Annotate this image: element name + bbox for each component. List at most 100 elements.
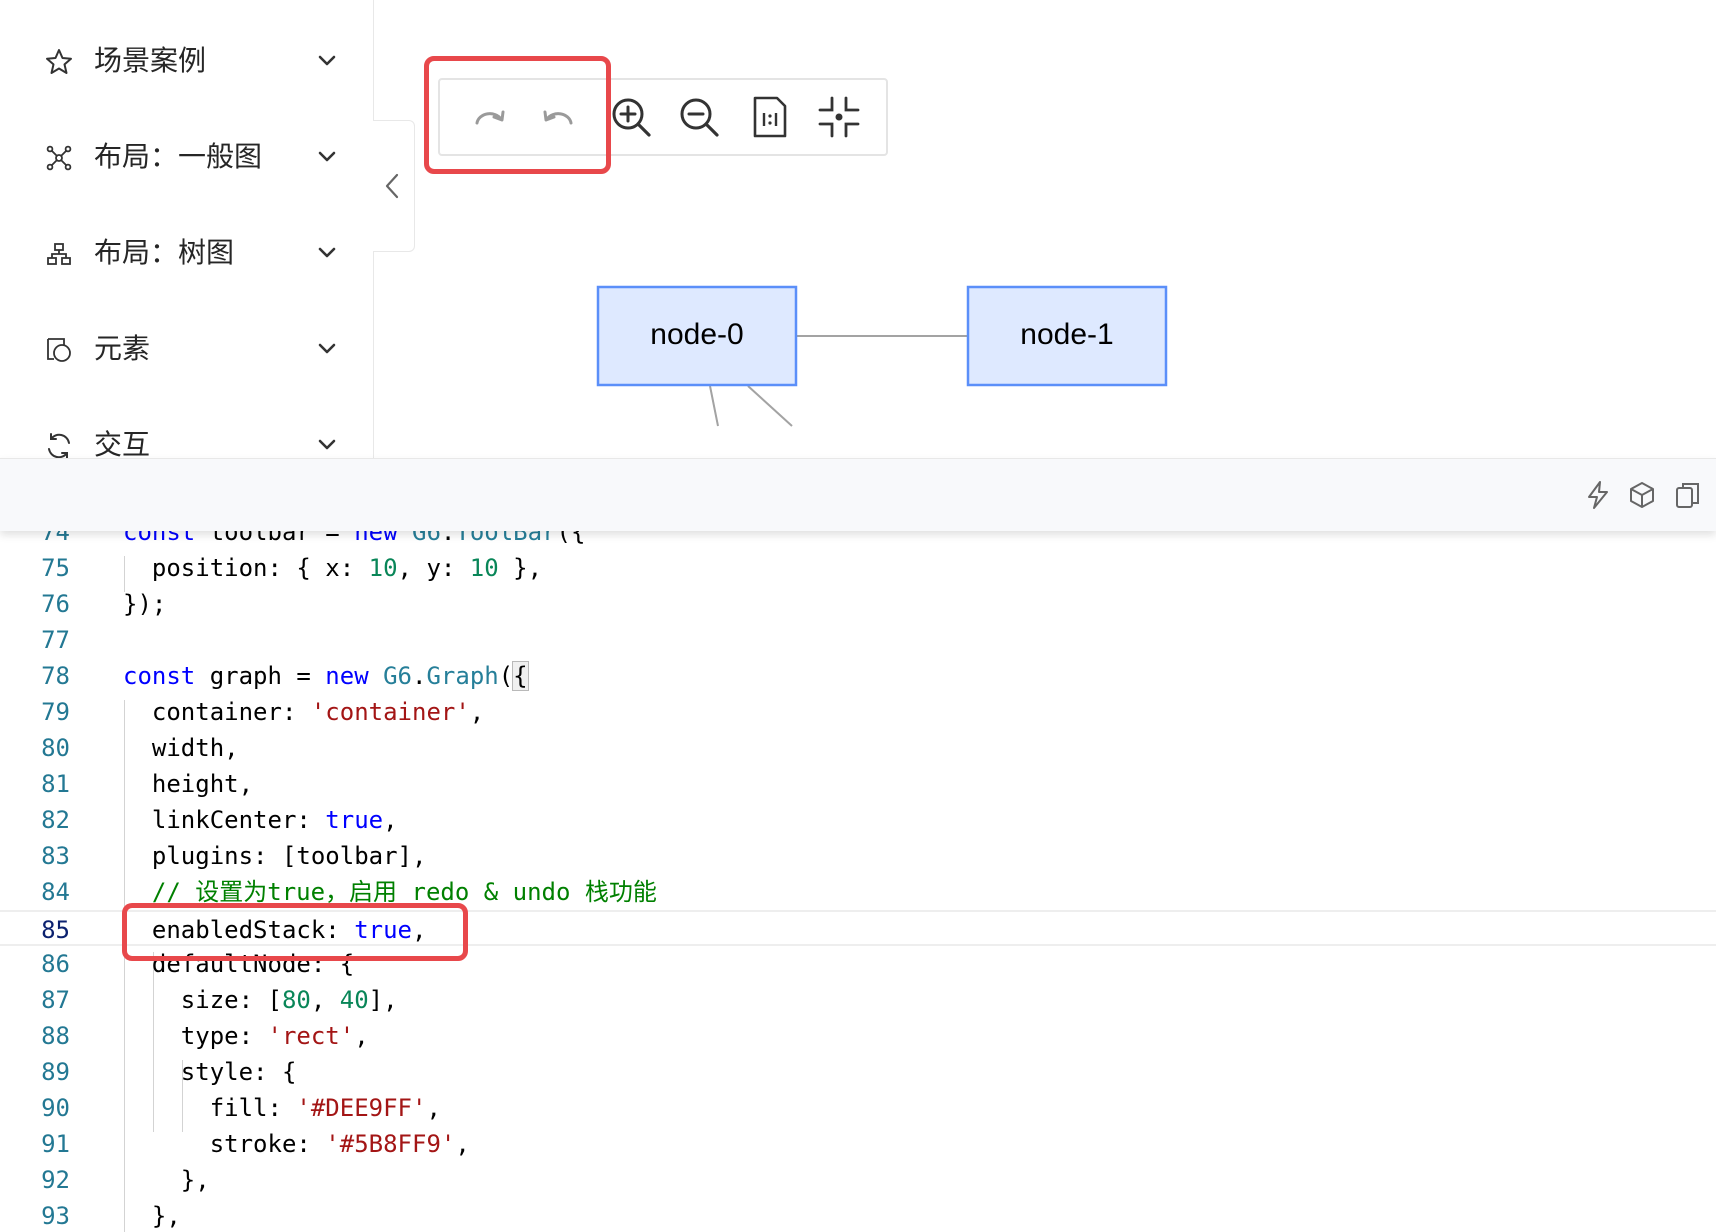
sidebar-item-cases[interactable]: 场景案例 [0, 30, 374, 90]
code-line: 75 position: { x: 10, y: 10 }, [0, 550, 1716, 586]
copy-icon [1676, 483, 1699, 508]
graph-layout-icon [44, 143, 74, 173]
sidebar-item-layout-tree[interactable]: 布局：树图 [0, 222, 374, 282]
line-number: 79 [41, 698, 70, 726]
zoom-in-button[interactable] [606, 92, 656, 142]
line-number: 93 [41, 1202, 70, 1230]
code-line: 80 width, [0, 730, 1716, 766]
code-line: 90 fill: '#DEE9FF', [0, 1090, 1716, 1126]
line-number: 84 [41, 878, 70, 906]
actual-size-button[interactable] [745, 92, 795, 142]
line-number: 81 [41, 770, 70, 798]
line-number: 78 [41, 662, 70, 690]
line-number: 82 [41, 806, 70, 834]
code-text: style: { [123, 1058, 297, 1086]
zoom-out-button[interactable] [674, 92, 724, 142]
fit-view-button[interactable] [814, 92, 864, 142]
line-number: 91 [41, 1130, 70, 1158]
chevron-down-icon [314, 146, 340, 168]
code-line: 86 defaultNode: { [0, 946, 1716, 982]
code-text: const graph = new G6.Graph({ [123, 661, 529, 691]
code-text: defaultNode: { [123, 950, 355, 978]
sidebar-item-label: 场景案例 [94, 44, 207, 77]
lightning-icon [1588, 481, 1608, 509]
code-line: 79 container: 'container', [0, 694, 1716, 730]
chevron-down-icon [314, 338, 340, 360]
code-text: size: [80, 40], [123, 986, 398, 1014]
undo-icon [543, 110, 573, 125]
code-text: width, [123, 734, 239, 762]
line-number: 85 [41, 916, 70, 944]
code-editor[interactable]: 74 const toolbar = new G6.ToolBar({ 75 p… [0, 516, 1716, 1232]
zoom-out-icon [680, 98, 719, 137]
line-number: 88 [41, 1022, 70, 1050]
line-number: 89 [41, 1058, 70, 1086]
actual-size-icon [753, 96, 787, 138]
code-text: }, [123, 1166, 210, 1194]
line-number: 80 [41, 734, 70, 762]
line-number: 77 [41, 626, 70, 654]
code-line: 91 stroke: '#5B8FF9', [0, 1126, 1716, 1162]
zoom-in-icon [612, 98, 651, 137]
sync-icon [44, 431, 74, 458]
code-text: container: 'container', [123, 698, 485, 726]
sandbox-button[interactable] [1626, 479, 1658, 511]
graph-canvas[interactable]: node-0 node-1 [374, 150, 1716, 460]
page-title-fragment [470, 0, 610, 4]
sidebar-item-interaction[interactable]: 交互 [0, 414, 374, 458]
line-number: 86 [41, 950, 70, 978]
tree-layout-icon [44, 239, 74, 269]
code-text: type: 'rect', [123, 1022, 369, 1050]
graph-node-1[interactable]: node-1 [966, 285, 1168, 387]
code-text: height, [123, 770, 254, 798]
code-line: 81 height, [0, 766, 1716, 802]
node-label: node-1 [1020, 318, 1113, 351]
code-line-active: 85 enabledStack: true, [0, 910, 1716, 946]
line-number: 75 [41, 554, 70, 582]
code-line: 84 // 设置为true，启用 redo & undo 栈功能 [0, 874, 1716, 910]
sidebar-item-layout-graph[interactable]: 布局：一般图 [0, 126, 374, 186]
line-number: 90 [41, 1094, 70, 1122]
code-line: 83 plugins: [toolbar], [0, 838, 1716, 874]
code-line: 89 style: { [0, 1054, 1716, 1090]
code-panel-toolbar [0, 458, 1716, 531]
code-text: }); [123, 590, 167, 618]
line-number: 76 [41, 590, 70, 618]
edge-partial [709, 385, 719, 427]
code-line: 87 size: [80, 40], [0, 982, 1716, 1018]
code-line: 77 [0, 622, 1716, 658]
fit-view-icon [818, 96, 860, 138]
sidebar-item-label: 交互 [94, 428, 151, 458]
code-comment: // 设置为true，启用 redo & undo 栈功能 [123, 878, 657, 906]
code-line: 82 linkCenter: true, [0, 802, 1716, 838]
code-line: 93 }, [0, 1198, 1716, 1232]
chevron-down-icon [314, 242, 340, 264]
copy-button[interactable] [1672, 479, 1704, 511]
undo-button[interactable] [534, 92, 584, 142]
chevron-down-icon [314, 434, 340, 456]
code-text: position: { x: 10, y: 10 }, [123, 554, 543, 582]
code-text: stroke: '#5B8FF9', [123, 1130, 470, 1158]
sidebar-item-label: 元素 [94, 332, 151, 365]
graph-toolbar [438, 78, 888, 156]
code-line: 88 type: 'rect', [0, 1018, 1716, 1054]
chevron-down-icon [314, 50, 340, 72]
lightning-button[interactable] [1582, 479, 1614, 511]
line-number: 87 [41, 986, 70, 1014]
code-text: enabledStack: true, [123, 916, 427, 944]
code-text: }, [123, 1202, 181, 1230]
code-text: linkCenter: true, [123, 806, 398, 834]
edge-partial [747, 385, 793, 427]
line-number: 83 [41, 842, 70, 870]
element-icon [44, 335, 74, 365]
graph-node-0[interactable]: node-0 [596, 285, 798, 387]
code-line: 92 }, [0, 1162, 1716, 1198]
code-text: plugins: [toolbar], [123, 842, 427, 870]
sidebar-item-elements[interactable]: 元素 [0, 318, 374, 378]
redo-button[interactable] [464, 92, 514, 142]
code-text: fill: '#DEE9FF', [123, 1094, 441, 1122]
node-label: node-0 [650, 318, 743, 351]
code-line: 76 }); [0, 586, 1716, 622]
sidebar-item-label: 布局：一般图 [94, 140, 263, 173]
line-number: 92 [41, 1166, 70, 1194]
